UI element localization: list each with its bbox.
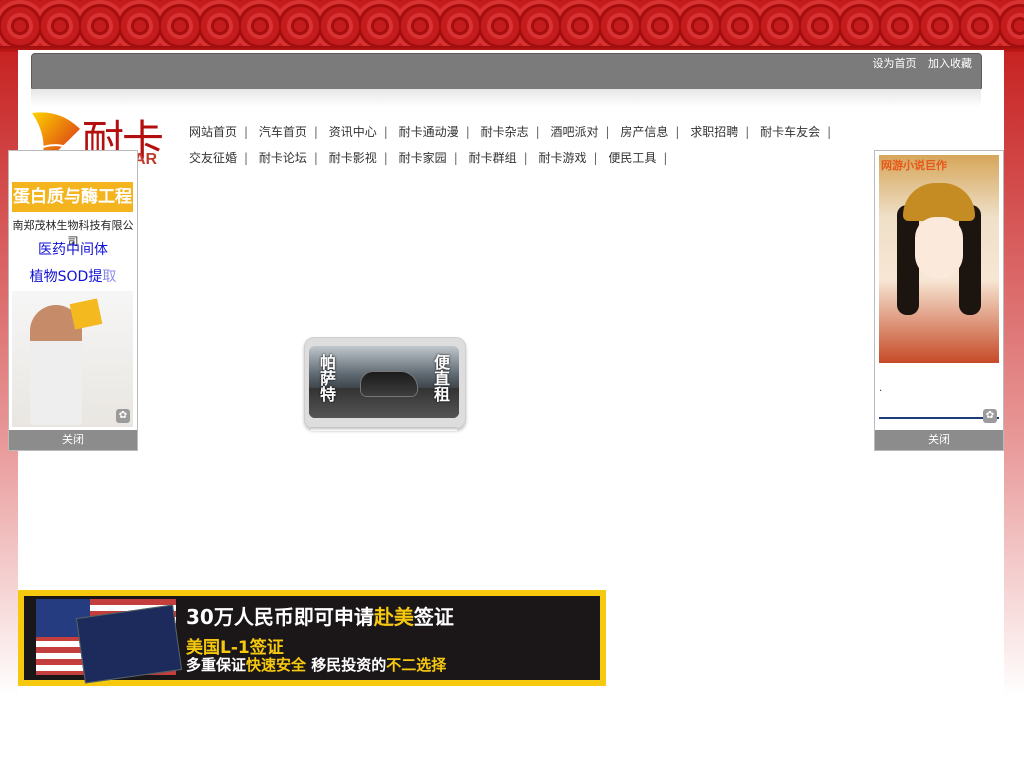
car-slideshow[interactable]: 帕萨特 便直租 [304,337,466,429]
ad-portrait-image [879,155,999,363]
nav-item-home[interactable]: 网站首页 [189,125,237,139]
ad-divider [879,417,999,419]
paw-icon: ✿ [116,409,130,423]
nav-item-home-community[interactable]: 耐卡家园 [399,151,447,165]
nav-item-video[interactable]: 耐卡影视 [329,151,377,165]
flag-passport-image [36,599,183,684]
banner-line-1: 30万人民币即可申请赴美签证 [186,605,454,629]
car-image [361,372,417,396]
ad-title: 网游小说巨作 [881,159,947,172]
header-background [0,0,1024,52]
nav-item-bar[interactable]: 酒吧派对 [550,125,598,139]
top-links: 设为首页 加入收藏 [865,55,973,71]
paw-icon: ✿ [983,409,997,423]
visa-banner-ad[interactable]: 30万人民币即可申请赴美签证 美国L-1签证 多重保证快速安全 移民投资的不二选… [18,590,606,686]
side-decoration-right [1004,52,1024,768]
banner-line-3: 多重保证快速安全 移民投资的不二选择 [186,656,447,674]
nav-item-carclub[interactable]: 耐卡车友会 [760,125,820,139]
ad-line-2[interactable]: 植物SOD提取 [9,266,137,286]
nav-item-auto[interactable]: 汽车首页 [259,125,307,139]
top-bar-shadow [31,89,981,107]
add-favorite-link[interactable]: 加入收藏 [928,57,972,70]
ad-line-1[interactable]: 医药中间体 [9,239,137,259]
ad-headline: 蛋白质与酶工程 [12,182,133,212]
set-homepage-link[interactable]: 设为首页 [873,57,917,70]
main-nav: 网站首页 | 汽车首页 | 资讯中心 | 耐卡通动漫 | 耐卡杂志 | 酒吧派对 | 房产信… [189,119,869,171]
nav-row-2: 交友征婚 | 耐卡论坛 | 耐卡影视 | 耐卡家园 | 耐卡群组 | 耐卡游戏 | 便民工具… [189,151,668,165]
nav-item-news[interactable]: 资讯中心 [329,125,377,139]
close-right-ad-button[interactable]: 关闭 [875,430,1003,450]
slide-caption-right: 便直租 [431,354,450,402]
passport-icon [75,604,183,684]
nav-item-games[interactable]: 耐卡游戏 [538,151,586,165]
nav-item-anime[interactable]: 耐卡通动漫 [399,125,459,139]
nav-item-forum[interactable]: 耐卡论坛 [259,151,307,165]
nav-item-realestate[interactable]: 房产信息 [620,125,668,139]
float-ad-right[interactable]: 网游小说巨作 . ✿ 关闭 [874,150,1004,451]
sample-cube [69,298,103,330]
float-ad-left[interactable]: 蛋白质与酶工程 南郑茂林生物科技有限公司 医药中间体 植物SOD提取 ✿ 关闭 [8,150,138,451]
nav-item-jobs[interactable]: 求职招聘 [690,125,738,139]
close-left-ad-button[interactable]: 关闭 [9,430,137,450]
slide-reflection [311,427,457,431]
nav-item-magazine[interactable]: 耐卡杂志 [481,125,529,139]
nav-item-tools[interactable]: 便民工具 [608,151,656,165]
ad-dot: . [879,383,883,394]
top-bar [31,53,982,91]
slide-caption-left: 帕萨特 [317,354,336,402]
nav-row-1: 网站首页 | 汽车首页 | 资讯中心 | 耐卡通动漫 | 耐卡杂志 | 酒吧派对 | 房产信… [189,125,832,139]
nav-item-dating[interactable]: 交友征婚 [189,151,237,165]
nav-item-groups[interactable]: 耐卡群组 [469,151,517,165]
ad-lab-photo [12,291,133,427]
